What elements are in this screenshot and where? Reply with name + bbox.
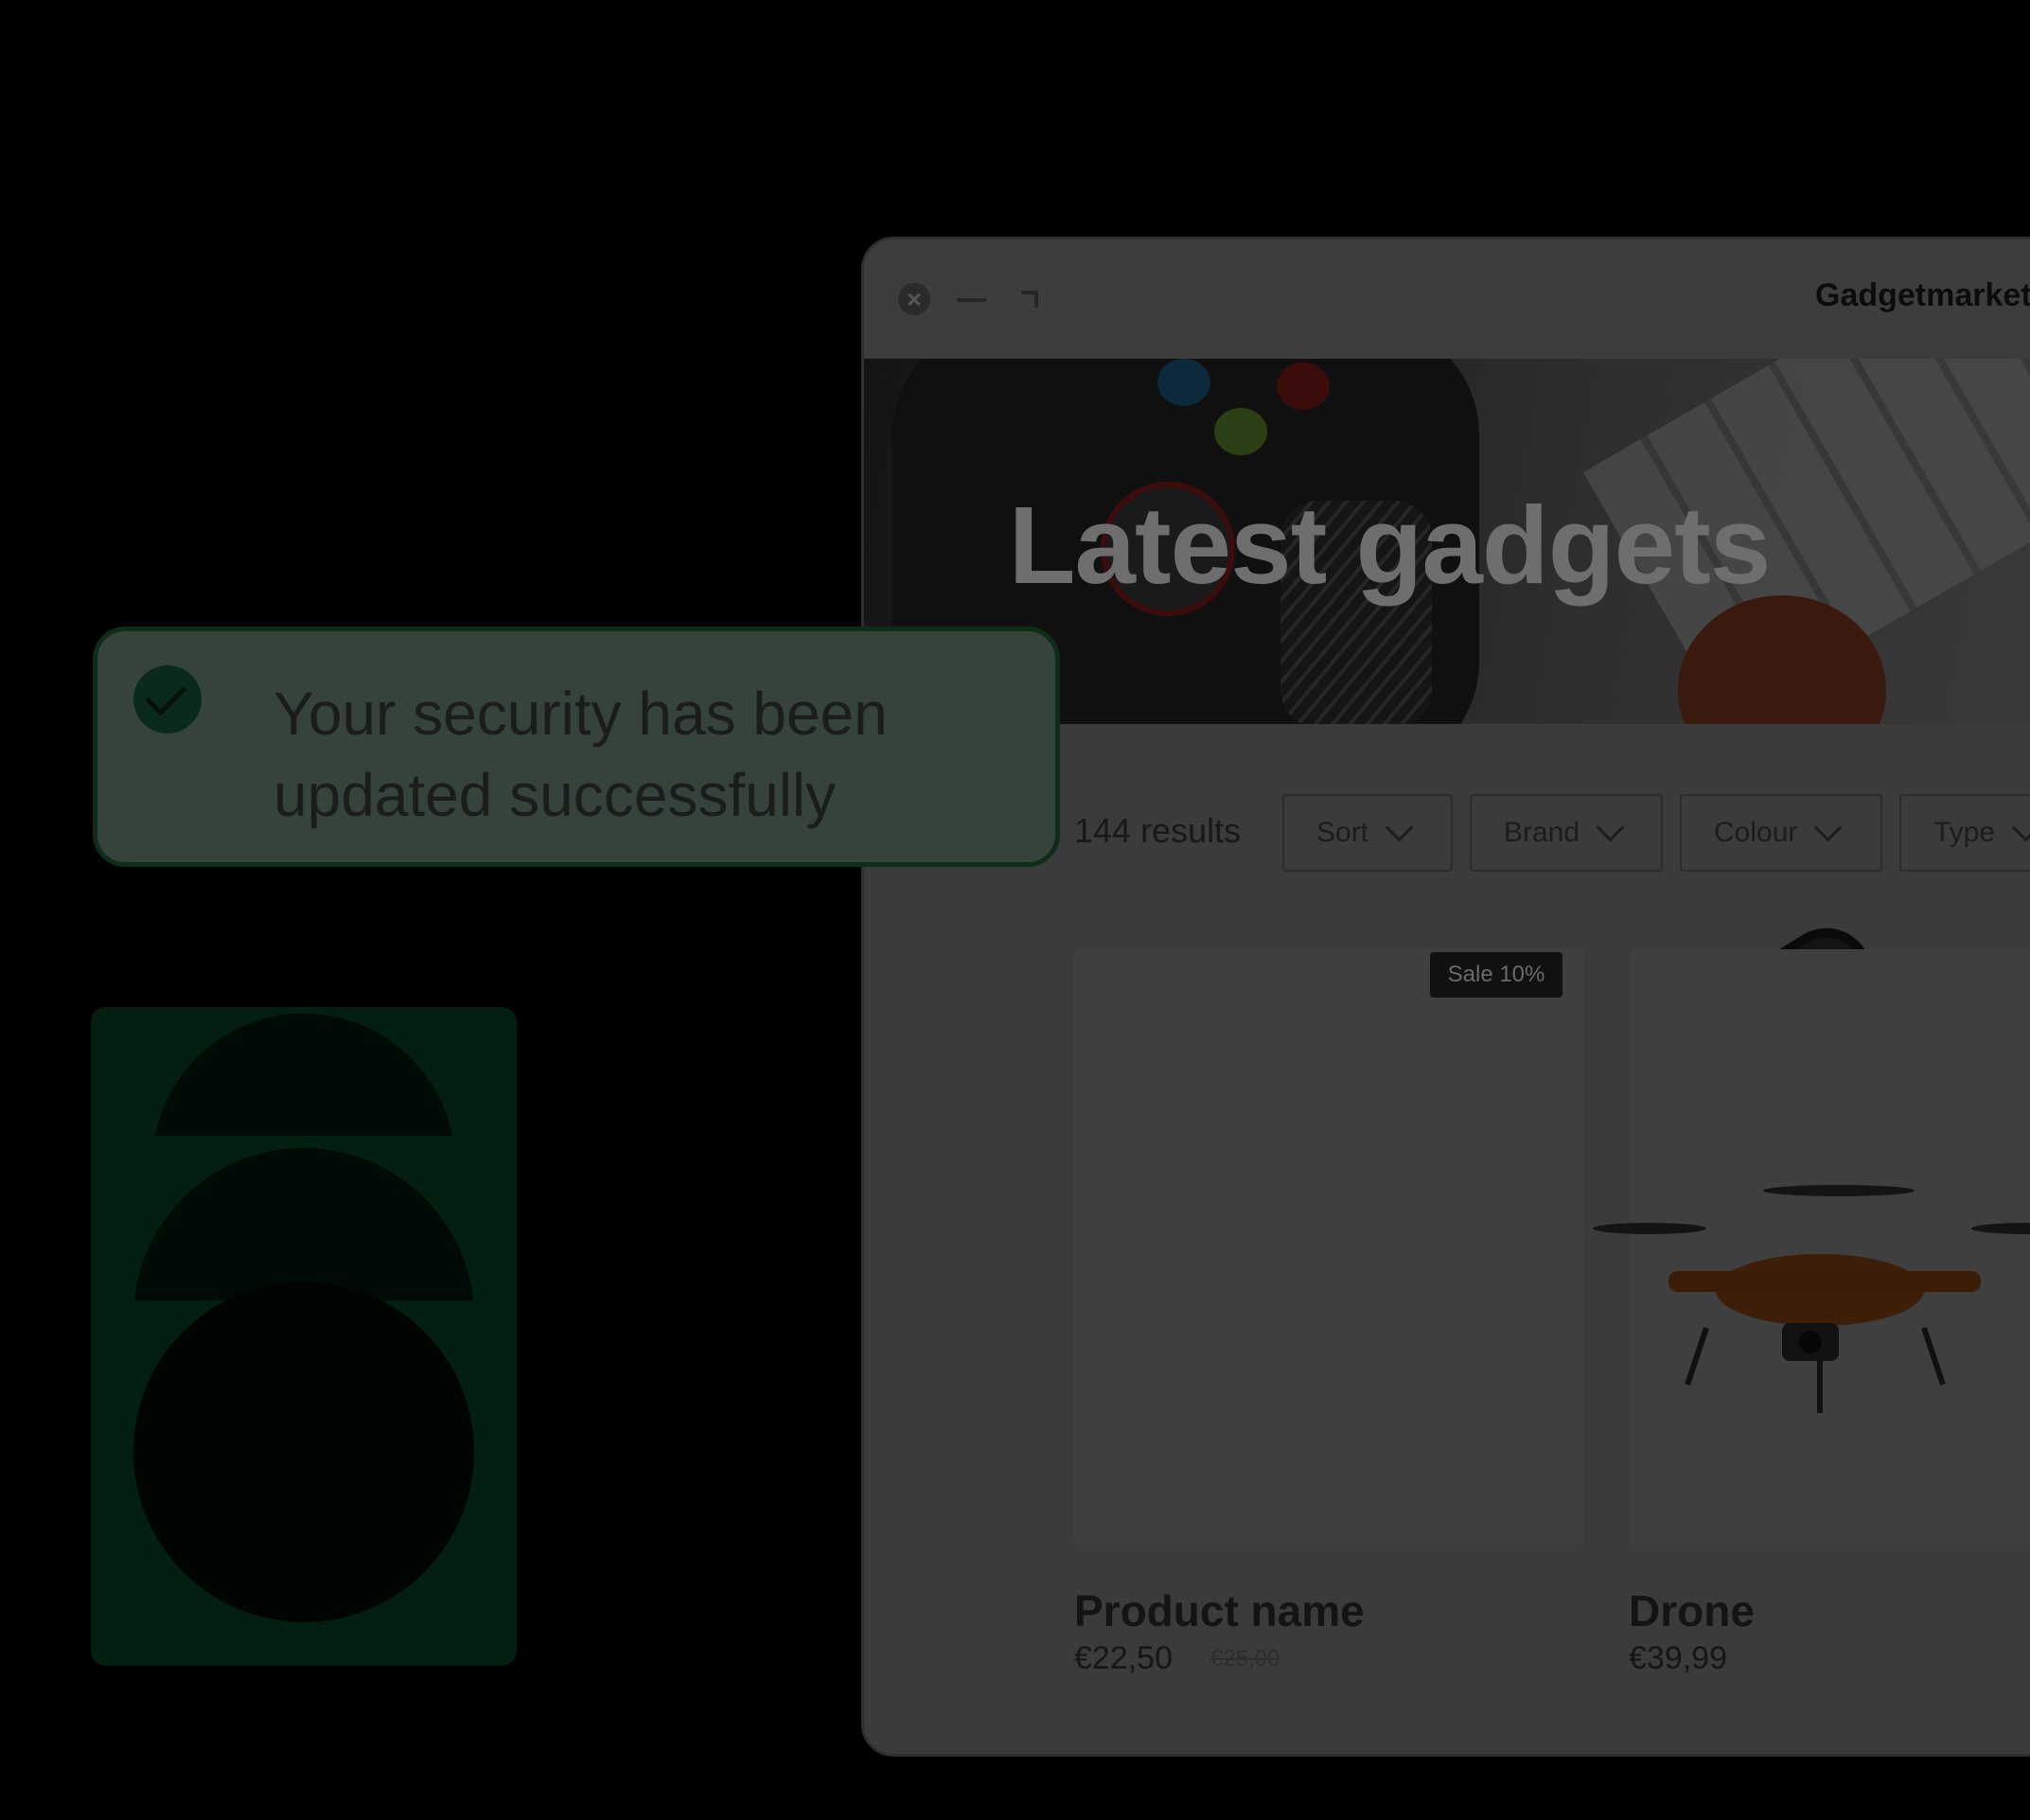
brand-label: Brand	[1504, 817, 1580, 848]
product-name[interactable]: Drone	[1629, 1585, 1755, 1636]
type-dropdown[interactable]: Type	[1899, 794, 2030, 872]
colour-dropdown[interactable]: Colour	[1680, 794, 1882, 872]
decorative-art	[91, 1007, 517, 1666]
chevron-down-icon	[1596, 813, 1625, 841]
chevron-down-icon	[1385, 813, 1414, 841]
sort-label: Sort	[1316, 817, 1369, 848]
hero-title: Latest gadgets	[1008, 484, 1772, 607]
site-title[interactable]: Gadgetmarket	[1815, 277, 2030, 314]
sale-badge: Sale 10%	[1430, 952, 1562, 998]
drone-image	[1593, 1185, 2030, 1413]
brand-dropdown[interactable]: Brand	[1470, 794, 1663, 872]
colour-label: Colour	[1714, 817, 1798, 848]
product-price: €22,50	[1074, 1640, 1173, 1676]
results-count: 144 results	[1074, 811, 1242, 850]
chevron-down-icon	[2011, 813, 2030, 841]
product-name[interactable]: Product name	[1074, 1585, 1365, 1636]
success-toast[interactable]: Your security has been updated successfu…	[93, 627, 1060, 867]
product-price: €39,99	[1629, 1640, 1727, 1676]
close-icon[interactable]	[898, 283, 930, 315]
product-old-price: €25,00	[1210, 1646, 1280, 1671]
minimize-icon[interactable]	[957, 283, 989, 315]
toast-message: Your security has been updated successfu…	[274, 680, 888, 829]
maximize-icon[interactable]	[1014, 283, 1046, 315]
product-image-phone[interactable]	[1074, 949, 1585, 1546]
chevron-down-icon	[1814, 813, 1843, 841]
controller-button-red	[1277, 362, 1330, 410]
browser-window: Gadgetmarket Latest gadgets 144 results …	[861, 237, 2030, 1757]
sort-dropdown[interactable]: Sort	[1282, 794, 1453, 872]
window-titlebar: Gadgetmarket	[864, 239, 2030, 359]
geometric-shapes	[133, 1013, 474, 1622]
controller-button-green	[1214, 408, 1267, 455]
controller-button-blue	[1157, 359, 1210, 406]
check-circle-icon	[133, 665, 202, 733]
type-label: Type	[1933, 817, 1996, 848]
